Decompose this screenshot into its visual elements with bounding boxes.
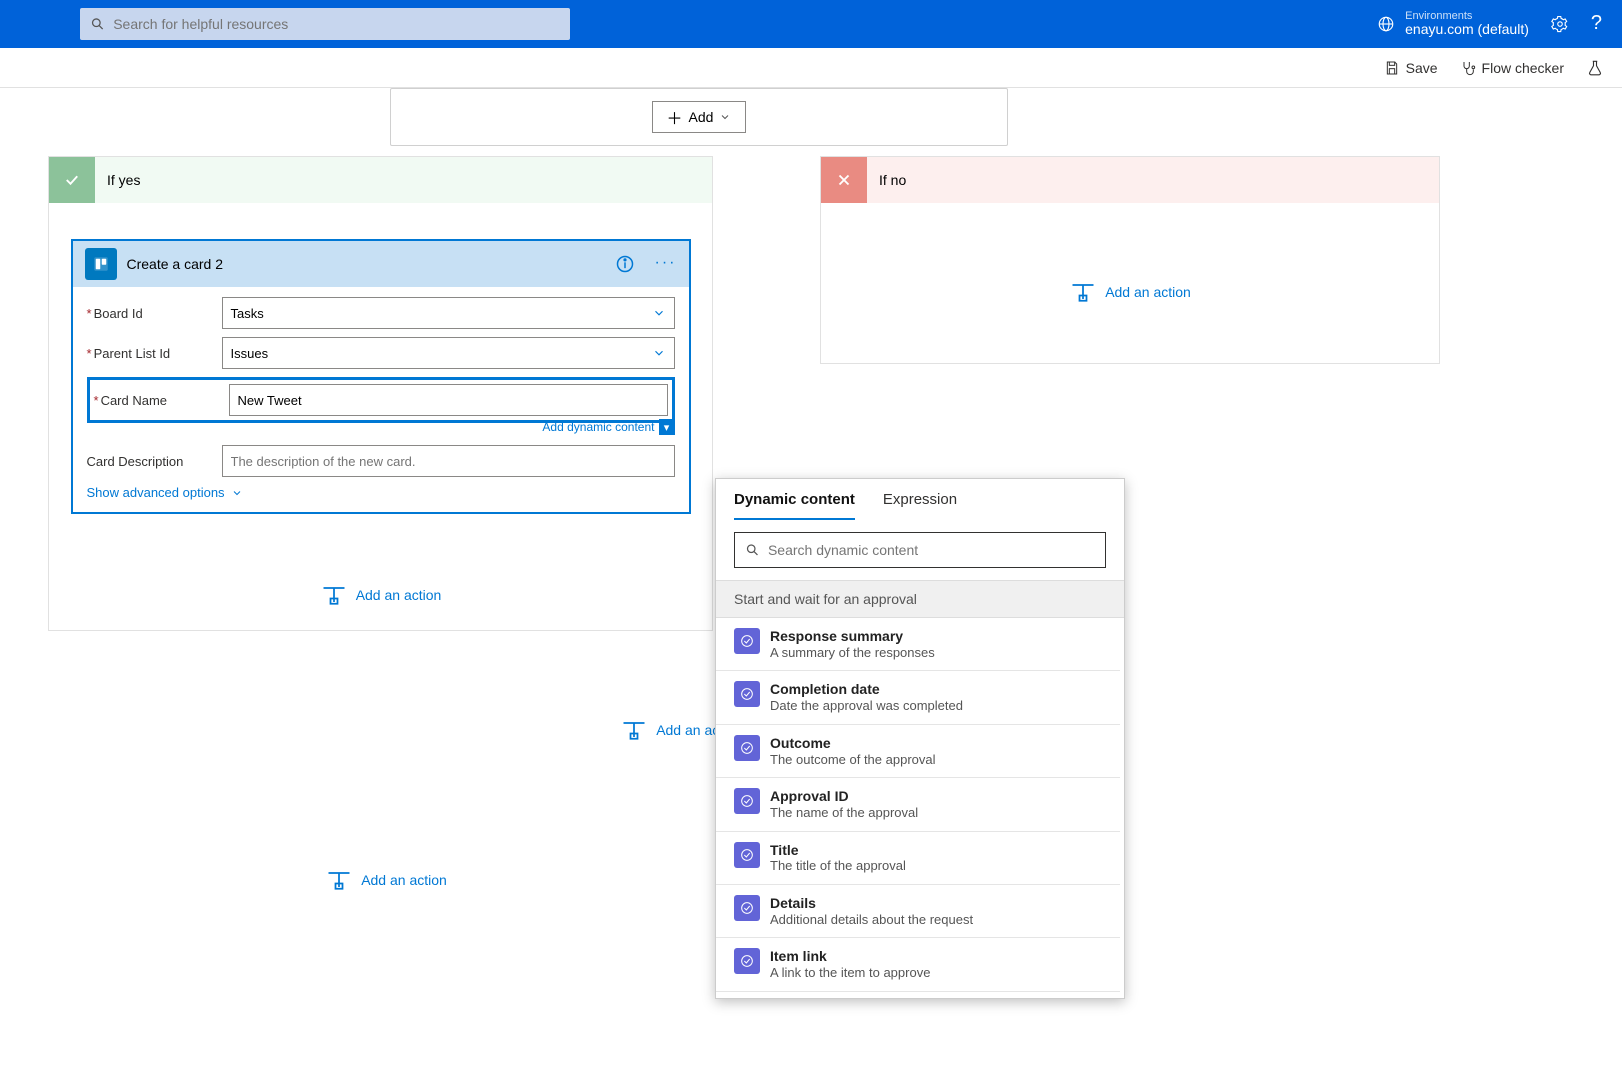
chevron-down-icon bbox=[231, 487, 243, 499]
add-dynamic-content-link[interactable]: Add dynamic content ▾ bbox=[87, 419, 675, 435]
dynamic-item-title: Details bbox=[770, 895, 973, 912]
dynamic-group-header: Start and wait for an approval bbox=[716, 580, 1124, 618]
save-icon bbox=[1384, 60, 1400, 76]
dynamic-item-desc: The name of the approval bbox=[770, 805, 918, 821]
search-icon bbox=[90, 16, 105, 32]
dynamic-item-desc: The title of the approval bbox=[770, 858, 906, 874]
env-label: Environments bbox=[1405, 10, 1529, 22]
top-bar: Environments enayu.com (default) ? bbox=[0, 0, 1622, 48]
tab-expression[interactable]: Expression bbox=[883, 491, 957, 520]
action-header[interactable]: Create a card 2 ··· bbox=[73, 241, 689, 287]
dynamic-item-desc: A summary of the responses bbox=[770, 645, 935, 661]
insert-icon bbox=[1069, 281, 1097, 303]
dynamic-item[interactable]: Outcome The outcome of the approval bbox=[716, 725, 1120, 778]
if-yes-header[interactable]: If yes bbox=[49, 157, 712, 203]
card-desc-label: Card Description bbox=[87, 454, 184, 469]
approval-icon bbox=[734, 842, 760, 868]
more-icon[interactable]: ··· bbox=[655, 254, 677, 274]
gear-icon[interactable] bbox=[1551, 15, 1569, 33]
dynamic-item-desc: A link to the item to approve bbox=[770, 965, 930, 981]
card-name-label: Card Name bbox=[101, 393, 167, 408]
parent-list-label: Parent List Id bbox=[94, 346, 171, 361]
dynamic-item[interactable]: Item link A link to the item to approve bbox=[716, 938, 1120, 991]
if-no-header[interactable]: If no bbox=[821, 157, 1439, 203]
chevron-down-icon bbox=[652, 306, 666, 320]
approval-icon bbox=[734, 895, 760, 921]
dynamic-item-title: Response summary bbox=[770, 628, 935, 645]
chevron-down-icon bbox=[719, 111, 731, 123]
dynamic-item-list: Response summary A summary of the respon… bbox=[716, 618, 1124, 998]
dynamic-item-title: Completion date bbox=[770, 681, 963, 698]
flow-checker-button[interactable]: Flow checker bbox=[1460, 60, 1564, 76]
chevron-down-icon bbox=[652, 346, 666, 360]
environment-picker[interactable]: Environments enayu.com (default) bbox=[1377, 10, 1529, 37]
dynamic-search[interactable] bbox=[734, 532, 1106, 568]
card-desc-input[interactable] bbox=[222, 445, 675, 477]
insert-icon bbox=[320, 584, 348, 606]
globe-icon bbox=[1377, 15, 1395, 33]
stethoscope-icon bbox=[1460, 60, 1476, 76]
card-name-row: *Card Name bbox=[87, 377, 675, 423]
approval-icon bbox=[734, 735, 760, 761]
board-label: Board Id bbox=[94, 306, 143, 321]
dynamic-item-desc: Date the approval was completed bbox=[770, 698, 963, 714]
add-condition-button[interactable]: ＋ Add bbox=[652, 101, 747, 133]
card-name-input[interactable] bbox=[229, 384, 668, 416]
insert-icon bbox=[325, 869, 353, 891]
dynamic-item-title: Outcome bbox=[770, 735, 936, 752]
approval-icon bbox=[734, 681, 760, 707]
add-action-root[interactable]: Add an action bbox=[325, 869, 447, 891]
show-advanced-link[interactable]: Show advanced options bbox=[87, 485, 675, 500]
save-button[interactable]: Save bbox=[1384, 60, 1438, 76]
dynamic-content-flyout: Dynamic content Expression Start and wai… bbox=[715, 478, 1125, 999]
beaker-icon[interactable] bbox=[1586, 59, 1604, 77]
if-no-branch: If no Add an action bbox=[820, 156, 1440, 364]
dynamic-item-title: Title bbox=[770, 842, 906, 859]
condition-card: ＋ Add bbox=[390, 88, 1008, 146]
approval-icon bbox=[734, 948, 760, 974]
flow-canvas: ＋ Add If yes C bbox=[0, 88, 1622, 1080]
add-action-in-no[interactable]: Add an action bbox=[1069, 281, 1191, 303]
env-name: enayu.com (default) bbox=[1405, 22, 1529, 37]
dynamic-item-title: Approval ID bbox=[770, 788, 918, 805]
search-icon bbox=[745, 542, 760, 558]
check-icon bbox=[63, 171, 81, 189]
dynamic-item-title: Item link bbox=[770, 948, 930, 965]
parent-list-select[interactable]: Issues bbox=[222, 337, 675, 369]
dynamic-item[interactable]: Details Additional details about the req… bbox=[716, 885, 1120, 938]
dynamic-item[interactable]: Response summary A summary of the respon… bbox=[716, 618, 1120, 671]
global-search[interactable] bbox=[80, 8, 570, 40]
help-icon[interactable]: ? bbox=[1591, 12, 1602, 35]
close-icon bbox=[835, 171, 853, 189]
dynamic-item[interactable]: Title The title of the approval bbox=[716, 832, 1120, 885]
dynamic-item[interactable]: Approval ID The name of the approval bbox=[716, 778, 1120, 831]
plus-icon: ＋ bbox=[667, 105, 683, 129]
command-bar: Save Flow checker bbox=[0, 48, 1622, 88]
expand-icon: ▾ bbox=[659, 419, 675, 435]
insert-icon bbox=[620, 719, 648, 741]
create-card-action: Create a card 2 ··· *Board Id bbox=[71, 239, 691, 514]
dynamic-item-desc: The outcome of the approval bbox=[770, 752, 936, 768]
search-input[interactable] bbox=[113, 16, 560, 32]
info-icon[interactable] bbox=[615, 254, 635, 274]
if-yes-branch: If yes Create a card 2 ··· bbox=[48, 156, 713, 631]
add-action-in-yes[interactable]: Add an action bbox=[320, 584, 442, 606]
dynamic-item[interactable]: Completion date Date the approval was co… bbox=[716, 671, 1120, 724]
tab-dynamic-content[interactable]: Dynamic content bbox=[734, 491, 855, 520]
dynamic-item[interactable]: Item link description bbox=[716, 992, 1120, 998]
dynamic-item-desc: Additional details about the request bbox=[770, 912, 973, 928]
approval-icon bbox=[734, 628, 760, 654]
trello-icon bbox=[85, 248, 117, 280]
board-id-select[interactable]: Tasks bbox=[222, 297, 675, 329]
action-title: Create a card 2 bbox=[127, 256, 605, 272]
approval-icon bbox=[734, 788, 760, 814]
